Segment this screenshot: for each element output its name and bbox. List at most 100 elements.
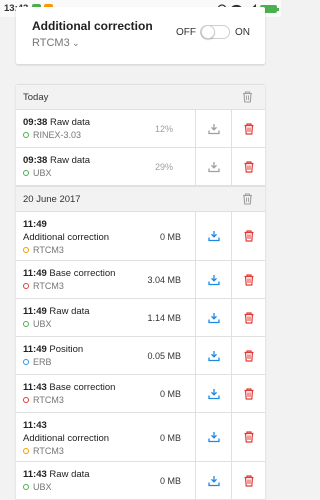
download-icon <box>207 161 220 172</box>
log-progress: 29% <box>154 162 173 172</box>
log-type: UBX <box>23 482 52 493</box>
trash-icon <box>244 431 253 443</box>
list-item[interactable]: 11:43 Base correction RTCM3 0 MB <box>16 375 265 413</box>
log-size: 1.14 MB <box>147 313 181 323</box>
log-size: 0 MB <box>159 433 181 443</box>
log-type: UBX <box>23 319 52 330</box>
list-item[interactable]: 09:38 Raw data UBX 29% <box>16 148 265 186</box>
trash-icon <box>244 230 253 242</box>
log-time: 11:49 <box>23 268 47 279</box>
trash-icon <box>244 273 253 286</box>
log-name: Raw data <box>49 469 90 480</box>
log-info: 11:49 Additional correction RTCM3 0 MB <box>16 212 195 260</box>
log-time: 11:49 <box>23 344 47 355</box>
download-icon <box>207 475 220 486</box>
status-dot-icon <box>23 170 29 176</box>
download-icon <box>207 350 220 361</box>
group-label: 20 June 2017 <box>23 194 81 205</box>
log-title: 11:43 Raw data <box>23 469 90 481</box>
download-button[interactable] <box>195 337 231 374</box>
download-icon <box>207 312 220 323</box>
download-button[interactable] <box>195 110 231 147</box>
delete-button[interactable] <box>231 299 265 336</box>
list-item[interactable]: 11:49 Position ERB 0.05 MB <box>16 337 265 375</box>
trash-icon <box>243 193 252 205</box>
log-title: 11:49 Position <box>23 344 83 356</box>
log-time: 11:43 <box>23 420 47 431</box>
delete-button[interactable] <box>231 261 265 298</box>
log-type: RTCM3 <box>23 281 64 292</box>
group-header-date: 20 June 2017 <box>16 186 265 212</box>
log-format: UBX <box>33 482 52 492</box>
log-time: 11:43 <box>23 382 47 393</box>
status-dot-icon <box>23 448 29 454</box>
log-time: 11:49 <box>23 219 47 230</box>
delete-group-button[interactable] <box>242 193 253 205</box>
list-item[interactable]: 11:49 Raw data UBX 1.14 MB <box>16 299 265 337</box>
list-item[interactable]: 11:43 Raw data UBX 0 MB <box>16 462 265 500</box>
trash-icon <box>244 387 253 400</box>
delete-button[interactable] <box>231 337 265 374</box>
status-dot-icon <box>23 484 29 490</box>
download-icon <box>207 274 220 285</box>
list-item[interactable]: 09:38 Raw data RINEX-3.03 12% <box>16 110 265 148</box>
trash-icon <box>244 474 253 487</box>
log-title: 09:38 Raw data <box>23 155 90 167</box>
download-button[interactable] <box>195 212 231 260</box>
log-name: Additional correction <box>23 433 110 444</box>
log-type: RTCM3 <box>23 395 64 406</box>
log-type: RINEX-3.03 <box>23 130 81 141</box>
log-info: 11:49 Position ERB 0.05 MB <box>16 337 195 374</box>
log-type: RTCM3 <box>23 245 64 256</box>
download-button[interactable] <box>195 413 231 461</box>
download-icon <box>207 432 220 443</box>
format-dropdown[interactable]: RTCM3 <box>32 37 70 49</box>
chevron-down-icon[interactable]: ⌄ <box>72 38 80 49</box>
list-item[interactable]: 11:49 Additional correction RTCM3 0 MB <box>16 212 265 261</box>
log-name: Base correction <box>49 268 116 279</box>
delete-button[interactable] <box>231 375 265 412</box>
log-time: 09:38 <box>23 117 48 128</box>
download-button[interactable] <box>195 299 231 336</box>
log-format: UBX <box>33 168 52 178</box>
status-dot-icon <box>23 247 29 253</box>
log-type: RTCM3 <box>23 446 64 457</box>
log-name: Raw data <box>49 117 91 128</box>
group-label: Today <box>23 92 49 103</box>
delete-button[interactable] <box>231 413 265 461</box>
delete-button[interactable] <box>231 212 265 260</box>
log-progress: 12% <box>154 124 173 134</box>
delete-button[interactable] <box>231 148 265 185</box>
correction-toggle[interactable] <box>200 25 230 39</box>
log-info: 09:38 Raw data RINEX-3.03 12% <box>16 110 195 147</box>
log-format: RTCM3 <box>33 245 64 255</box>
correction-settings-card: Additional correction RTCM3 ⌄ OFF ON <box>16 7 265 64</box>
download-icon <box>207 388 220 399</box>
download-button[interactable] <box>195 462 231 499</box>
log-info: 11:49 Base correction RTCM3 3.04 MB <box>16 261 195 298</box>
log-info: 11:43 Additional correction RTCM3 0 MB <box>16 413 195 461</box>
log-name: Raw data <box>49 155 91 166</box>
log-time: 09:38 <box>23 155 48 166</box>
download-button[interactable] <box>195 148 231 185</box>
log-title: 11:49 Additional correction <box>23 219 109 244</box>
log-info: 09:38 Raw data UBX 29% <box>16 148 195 185</box>
list-item[interactable]: 11:43 Additional correction RTCM3 0 MB <box>16 413 265 462</box>
log-title: 11:43 Base correction <box>23 382 115 394</box>
log-list-card: Today 09:38 Raw data RINEX-3.03 12% 09:3… <box>16 84 265 500</box>
trash-icon <box>244 311 253 324</box>
log-format: ERB <box>33 357 52 367</box>
trash-icon <box>244 122 253 135</box>
log-title: 11:43 Additional correction <box>23 420 109 445</box>
download-button[interactable] <box>195 261 231 298</box>
delete-button[interactable] <box>231 110 265 147</box>
delete-group-button[interactable] <box>242 91 253 103</box>
log-format: RTCM3 <box>33 395 64 405</box>
log-title: 09:38 Raw data <box>23 117 90 129</box>
delete-button[interactable] <box>231 462 265 499</box>
download-button[interactable] <box>195 375 231 412</box>
log-name: Additional correction <box>23 232 110 243</box>
list-item[interactable]: 11:49 Base correction RTCM3 3.04 MB <box>16 261 265 299</box>
log-format: RTCM3 <box>33 446 64 456</box>
log-size: 0.05 MB <box>147 351 181 361</box>
